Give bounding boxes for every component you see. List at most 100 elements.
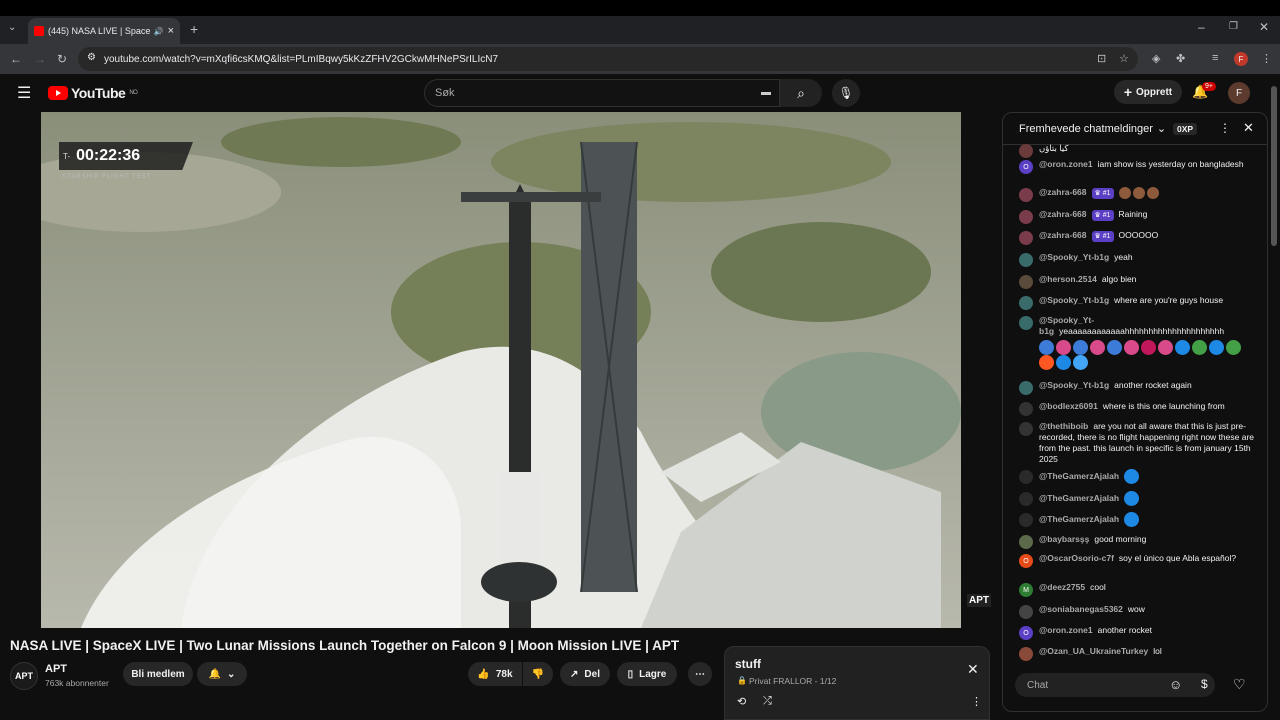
chat-author[interactable]: @zahra-668 — [1039, 209, 1087, 219]
search-input[interactable]: Søk ▬ — [424, 79, 780, 107]
chat-author[interactable]: @soniabanegas5362 — [1039, 604, 1123, 614]
browser-menu-icon[interactable]: ⋮ — [1261, 52, 1272, 65]
video-player[interactable]: T- 00:22:36 STARSHIP FLIGHT TEST — [41, 112, 961, 628]
reload-icon[interactable]: ↻ — [57, 52, 67, 66]
chat-author[interactable]: @baybarsşş — [1039, 534, 1089, 544]
chat-message-body: @zahra-668 ♛ #1 Raining — [1039, 209, 1255, 224]
chat-avatar[interactable] — [1019, 402, 1033, 416]
chat-avatar[interactable] — [1019, 210, 1033, 224]
chat-author[interactable]: @bodlexz6091 — [1039, 401, 1098, 411]
browser-tab[interactable]: (445) NASA LIVE | SpaceX LI 🔊 × — [28, 18, 180, 44]
loop-icon[interactable]: ⟲ — [737, 695, 746, 708]
chat-input[interactable]: Chat — [1015, 673, 1215, 697]
chat-author[interactable]: @oron.zone1 — [1039, 159, 1093, 169]
url-field[interactable]: ⚙ youtube.com/watch?v=mXqfi6csKMQ&list=P… — [78, 47, 1138, 71]
subscribed-notify-button[interactable]: 🔔 ⌄ — [197, 662, 247, 686]
restore-icon[interactable]: ❐ — [1229, 21, 1238, 32]
super-chat-icon[interactable]: $ — [1201, 677, 1208, 691]
chat-avatar[interactable]: O — [1019, 554, 1033, 568]
chat-avatar[interactable] — [1019, 188, 1033, 202]
chat-author[interactable]: @Ozan_UA_UkraineTurkey — [1039, 646, 1148, 656]
playlist-meta: Privat FRALLOR - 1/12 — [749, 676, 837, 686]
chat-author[interactable]: @OscarOsorio-c7f — [1039, 553, 1114, 563]
chat-mode-selector[interactable]: Fremhevede chatmeldinger — [1019, 123, 1153, 135]
chat-avatar[interactable] — [1019, 275, 1033, 289]
chat-avatar[interactable]: O — [1019, 160, 1033, 174]
chat-author[interactable]: @zahra-668 — [1039, 187, 1087, 197]
voice-search-button[interactable]: 🎙 — [832, 79, 860, 107]
overlay-label: STARSHIP FLIGHT TEST — [62, 174, 152, 180]
chat-avatar[interactable] — [1019, 422, 1033, 436]
chat-avatar[interactable] — [1019, 605, 1033, 619]
profile-avatar[interactable]: F — [1234, 52, 1248, 66]
youtube-logo[interactable]: YouTube NO — [48, 85, 138, 101]
emoji-icon — [1132, 187, 1145, 199]
site-info-icon[interactable]: ⚙ — [87, 52, 96, 63]
chevron-down-icon[interactable]: ⌄ — [1157, 122, 1166, 135]
chat-menu-icon[interactable]: ⋮ — [1219, 121, 1231, 135]
create-label: Opprett — [1136, 86, 1173, 98]
tab-title: (445) NASA LIVE | SpaceX LI — [48, 26, 150, 36]
extension-icon[interactable]: ◈ — [1152, 52, 1160, 65]
chat-author[interactable]: @Spooky_Yt-b1g — [1039, 252, 1109, 262]
bookmark-star-icon[interactable]: ☆ — [1119, 52, 1129, 65]
share-label: Del — [584, 668, 600, 680]
chat-avatar[interactable] — [1019, 296, 1033, 310]
more-actions-button[interactable]: ⋯ — [688, 662, 712, 686]
chat-author[interactable]: @herson.2514 — [1039, 274, 1097, 284]
chat-avatar[interactable] — [1019, 535, 1033, 549]
save-button[interactable]: ▯ Lagre — [617, 662, 677, 686]
search-button[interactable]: ⌕ — [780, 79, 822, 107]
heart-icon[interactable]: ♡ — [1233, 676, 1246, 693]
xp-badge[interactable]: 0XP — [1173, 123, 1198, 135]
chat-author[interactable]: @TheGamerzAjalah — [1039, 493, 1119, 503]
forward-icon[interactable]: → — [34, 52, 46, 66]
close-tab-icon[interactable]: × — [168, 25, 174, 37]
chat-avatar[interactable] — [1019, 470, 1033, 484]
chat-author[interactable]: @TheGamerzAjalah — [1039, 514, 1119, 524]
share-button[interactable]: ↗ Del — [560, 662, 610, 686]
close-playlist-icon[interactable]: ✕ — [967, 661, 979, 678]
close-window-icon[interactable]: ✕ — [1259, 20, 1269, 34]
chat-message: O @oron.zone1 iam show iss yesterday on ba… — [1019, 159, 1255, 174]
playlist-menu-icon[interactable]: ⋮ — [971, 695, 982, 708]
media-icon[interactable]: ≡ — [1212, 52, 1218, 64]
chat-avatar[interactable]: O — [1019, 626, 1033, 640]
chat-author[interactable]: @Spooky_Yt-b1g — [1039, 295, 1109, 305]
dislike-button[interactable]: 👎 — [523, 662, 553, 686]
tab-search-icon[interactable]: ⌄ — [8, 22, 16, 33]
chat-avatar[interactable]: M — [1019, 583, 1033, 597]
create-button[interactable]: + Opprett — [1114, 80, 1182, 104]
like-button[interactable]: 👍 78k — [468, 662, 522, 686]
back-icon[interactable]: ← — [10, 52, 22, 66]
chat-author[interactable]: @thethiboib — [1039, 421, 1088, 431]
emoji-icon[interactable]: ☺ — [1169, 677, 1182, 692]
close-chat-icon[interactable]: ✕ — [1243, 120, 1254, 136]
minimize-icon[interactable]: – — [1198, 20, 1205, 34]
shuffle-icon[interactable]: ⤮ — [763, 695, 772, 708]
chat-message-body: @oron.zone1 another rocket — [1039, 625, 1255, 640]
chat-avatar[interactable] — [1019, 381, 1033, 395]
chat-avatar[interactable] — [1019, 316, 1033, 330]
chat-avatar[interactable] — [1019, 492, 1033, 506]
new-tab-icon[interactable]: + — [190, 21, 198, 37]
channel-avatar[interactable]: APT — [10, 662, 38, 690]
chat-avatar[interactable] — [1019, 231, 1033, 245]
install-icon[interactable]: ⊡ — [1097, 52, 1106, 65]
hamburger-menu-icon[interactable]: ☰ — [17, 83, 31, 103]
chat-author[interactable]: @Spooky_Yt-b1g — [1039, 380, 1109, 390]
chat-author[interactable]: @TheGamerzAjalah — [1039, 471, 1119, 481]
chat-author[interactable]: @oron.zone1 — [1039, 625, 1093, 635]
account-avatar[interactable]: F — [1228, 82, 1250, 104]
chat-author[interactable]: @zahra-668 — [1039, 230, 1087, 240]
channel-name[interactable]: APT — [45, 663, 67, 675]
chat-avatar[interactable] — [1019, 144, 1033, 158]
puzzle-icon[interactable]: ✤ — [1176, 52, 1185, 65]
chat-avatar[interactable] — [1019, 513, 1033, 527]
join-button[interactable]: Bli medlem — [123, 662, 193, 686]
chat-author[interactable]: @deez2755 — [1039, 582, 1085, 592]
keyboard-icon[interactable]: ▬ — [761, 87, 771, 98]
chat-avatar[interactable] — [1019, 647, 1033, 661]
page-scrollbar[interactable] — [1271, 86, 1277, 246]
chat-avatar[interactable] — [1019, 253, 1033, 267]
